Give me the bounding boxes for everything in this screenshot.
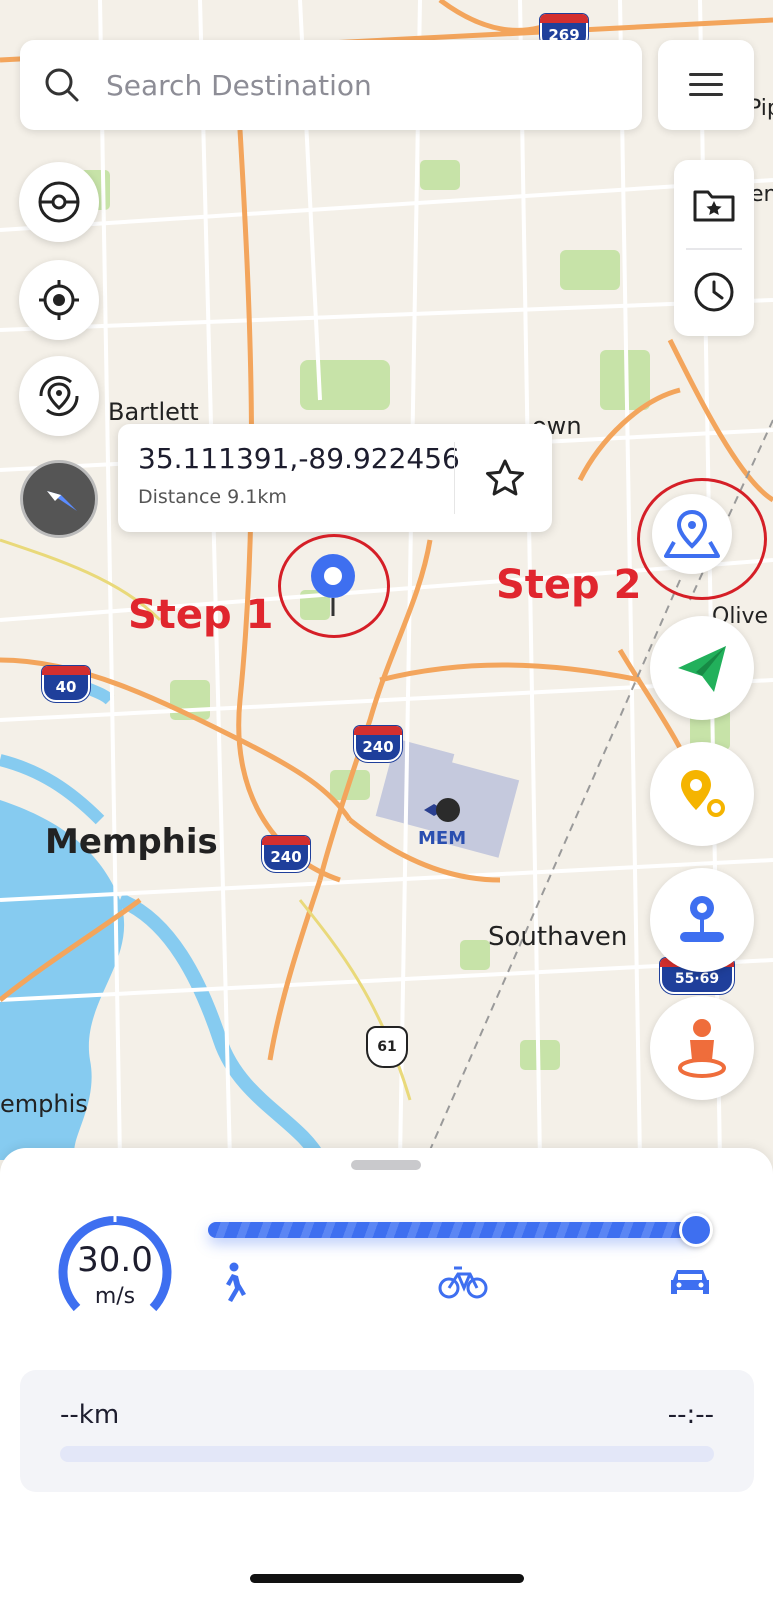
search-placeholder[interactable]: Search Destination <box>106 69 372 102</box>
sheet-drag-handle[interactable] <box>351 1160 421 1170</box>
step1-highlight-circle <box>278 534 390 638</box>
interstate-240-south-shield: 240 <box>262 836 310 872</box>
star-icon <box>486 459 524 496</box>
location-refresh-icon <box>39 375 79 417</box>
map-label-southaven: Southaven <box>488 922 628 952</box>
map-label-bartlett: Bartlett <box>108 398 199 426</box>
popup-divider <box>454 442 455 514</box>
speed-unit: m/s <box>94 1284 136 1309</box>
hamburger-menu-icon <box>689 73 723 96</box>
search-icon <box>45 68 79 102</box>
trip-time: --:-- <box>667 1400 714 1430</box>
speed-slider-thumb[interactable] <box>679 1213 713 1247</box>
favorites-history-panel <box>674 160 754 336</box>
step1-label: Step 1 <box>128 592 274 638</box>
speed-slider-fill <box>208 1222 696 1238</box>
bike-mode[interactable] <box>436 1260 490 1304</box>
map-label-memphis-edge: emphis <box>0 1090 88 1118</box>
pokeball-button[interactable] <box>19 162 99 242</box>
map-label-memphis: Memphis <box>45 822 218 862</box>
locate-me-button[interactable] <box>19 260 99 340</box>
history-button[interactable] <box>674 248 754 336</box>
car-icon <box>671 1270 709 1294</box>
menu-button[interactable] <box>658 40 754 130</box>
joystick-mode-button[interactable] <box>650 996 754 1100</box>
multi-stop-route-button[interactable] <box>650 742 754 846</box>
interstate-40-shield: 40 <box>42 666 90 702</box>
home-indicator[interactable] <box>250 1574 524 1583</box>
bike-icon <box>438 1266 488 1299</box>
coordinates-text: 35.111391,-89.922456 <box>138 442 460 475</box>
step2-label: Step 2 <box>496 562 642 608</box>
jump-teleport-button[interactable] <box>650 868 754 972</box>
compass-button[interactable] <box>20 460 98 538</box>
compass-icon <box>47 491 77 511</box>
step2-highlight-circle <box>637 478 767 600</box>
interstate-240-shield: 240 <box>354 726 402 762</box>
trip-info-card: --km --:-- <box>20 1370 754 1492</box>
folder-star-icon <box>693 190 735 222</box>
send-route-button[interactable] <box>650 616 754 720</box>
person-location-icon <box>678 1019 726 1078</box>
walk-icon <box>226 1262 246 1302</box>
speed-slider[interactable] <box>208 1213 713 1247</box>
clock-icon <box>694 272 734 312</box>
location-info-popup[interactable]: 35.111391,-89.922456 Distance 9.1km <box>118 424 552 532</box>
reset-location-button[interactable] <box>19 356 99 436</box>
walk-mode[interactable] <box>210 1260 254 1304</box>
speed-value: 30.0 <box>77 1240 153 1280</box>
search-bar[interactable]: Search Destination <box>20 40 642 130</box>
pokeball-icon <box>38 181 80 223</box>
car-mode[interactable] <box>668 1260 712 1304</box>
trip-progress-bar <box>60 1446 714 1462</box>
pin-stand-icon <box>680 896 724 942</box>
bottom-sheet: 30.0 m/s --km --:-- <box>0 1148 773 1600</box>
us-61-shield: 61 <box>366 1026 408 1068</box>
trip-distance: --km <box>60 1400 120 1430</box>
crosshair-icon <box>39 280 79 320</box>
favorite-location-button[interactable] <box>470 446 540 510</box>
paper-plane-icon <box>678 646 726 692</box>
distance-text: Distance 9.1km <box>138 486 287 508</box>
favorites-button[interactable] <box>674 160 754 248</box>
airplane-icon <box>424 798 460 822</box>
marker-route-icon <box>681 770 725 817</box>
